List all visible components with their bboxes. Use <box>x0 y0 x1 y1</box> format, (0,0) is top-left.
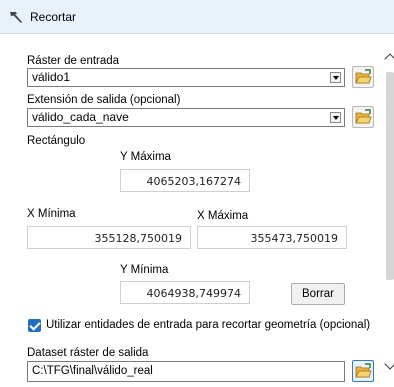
use-features-checkbox[interactable] <box>28 319 41 332</box>
open-folder-icon <box>355 363 372 378</box>
clear-button[interactable]: Borrar <box>291 283 345 305</box>
output-dataset-label: Dataset ráster de salida <box>27 347 149 359</box>
x-max-value: 355473,750019 <box>250 232 338 245</box>
output-extent-value: válido_cada_nave <box>32 110 129 124</box>
output-extent-label: Extensión de salida (opcional) <box>27 94 181 106</box>
hammer-icon <box>10 12 22 23</box>
x-max-label: X Máxima <box>197 210 249 222</box>
open-folder-icon <box>355 69 372 84</box>
rectangle-label: Rectángulo <box>27 135 86 147</box>
browse-output-dataset-button[interactable] <box>352 360 374 382</box>
open-folder-icon <box>355 109 372 124</box>
y-min-field[interactable]: 4064938,749974 <box>120 281 250 304</box>
x-min-value: 355128,750019 <box>94 232 182 245</box>
y-min-value: 4064938,749974 <box>146 287 241 300</box>
chevron-down-icon[interactable] <box>330 72 341 83</box>
output-dataset-value: C:\TFG\final\válido_real <box>32 365 153 377</box>
input-raster-value: válido1 <box>32 70 71 84</box>
y-max-value: 4065203,167274 <box>146 175 241 188</box>
x-min-label: X Mínima <box>27 208 76 220</box>
input-raster-label: Ráster de entrada <box>27 55 120 67</box>
x-min-field[interactable]: 355128,750019 <box>27 226 191 249</box>
browse-input-raster-button[interactable] <box>352 66 374 88</box>
y-max-field[interactable]: 4065203,167274 <box>120 169 250 192</box>
x-max-field[interactable]: 355473,750019 <box>197 226 347 249</box>
chevron-down-icon[interactable] <box>330 112 341 123</box>
output-extent-select[interactable]: válido_cada_nave <box>27 108 345 127</box>
use-features-label: Utilizar entidades de entrada para recor… <box>46 319 371 331</box>
scrollbar-thumb[interactable] <box>386 72 394 280</box>
input-raster-select[interactable]: válido1 <box>27 68 345 87</box>
title-bar: Recortar <box>0 0 394 34</box>
browse-output-extent-button[interactable] <box>352 106 374 128</box>
window-title: Recortar <box>30 10 77 24</box>
y-min-label: Y Mínima <box>120 264 169 276</box>
y-max-label: Y Máxima <box>120 151 171 163</box>
output-dataset-input[interactable]: C:\TFG\final\válido_real <box>27 361 345 382</box>
